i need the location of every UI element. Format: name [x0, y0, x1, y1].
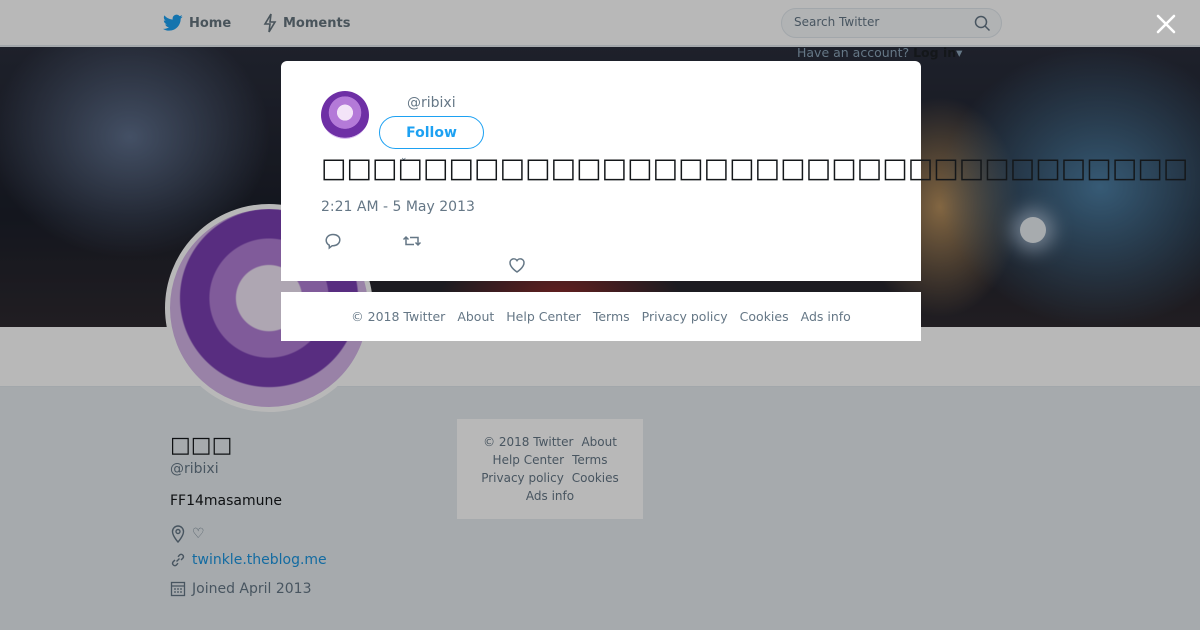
follow-button[interactable]: Follow: [379, 116, 484, 149]
account-prompt: Have an account? Log in▾: [797, 45, 962, 60]
login-caret-icon[interactable]: ▾: [956, 45, 962, 60]
modal-footer-cookies[interactable]: Cookies: [740, 309, 789, 324]
close-icon[interactable]: [1152, 10, 1180, 38]
tweet-author-handle[interactable]: @ribixi: [407, 95, 456, 111]
account-prompt-text: Have an account?: [797, 45, 910, 60]
reply-icon[interactable]: [323, 231, 343, 251]
login-link[interactable]: Log in: [913, 45, 956, 60]
tweet-author-avatar[interactable]: [321, 91, 369, 139]
modal-footer-help[interactable]: Help Center: [506, 309, 581, 324]
modal-footer-copyright: © 2018 Twitter: [351, 309, 446, 324]
retweet-icon[interactable]: [402, 231, 422, 251]
tweet-modal: @ribixi Follow ⌄ □□□□□□□□□□□□□□□□□□□□□□□…: [281, 61, 1188, 281]
modal-footer-terms[interactable]: Terms: [593, 309, 630, 324]
modal-footer-privacy[interactable]: Privacy policy: [642, 309, 728, 324]
modal-footer: © 2018 Twitter About Help Center Terms P…: [281, 292, 921, 341]
modal-footer-about[interactable]: About: [457, 309, 494, 324]
tweet-timestamp[interactable]: 2:21 AM - 5 May 2013: [321, 199, 475, 215]
tweet-text: □□□□□□□□□□□□□□□□□□□□□□□□□□□□□□□□□□: [321, 153, 1189, 184]
like-heart-icon[interactable]: [507, 255, 527, 275]
modal-footer-ads[interactable]: Ads info: [801, 309, 851, 324]
